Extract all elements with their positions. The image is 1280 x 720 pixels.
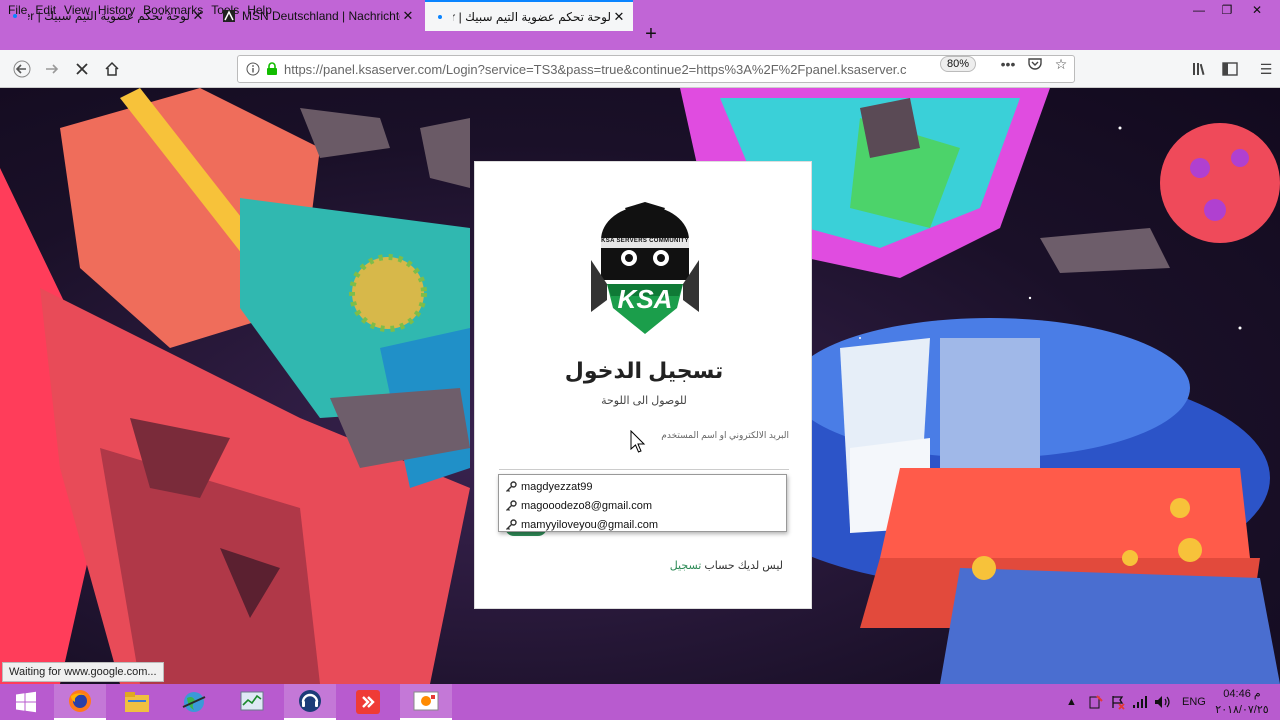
ksa-logo-icon	[591, 202, 699, 334]
autocomplete-item[interactable]: magdyezzat99	[499, 477, 786, 496]
file-explorer-icon[interactable]	[111, 684, 163, 720]
restore-icon[interactable]: ❐	[1212, 0, 1242, 19]
input-language[interactable]: ENG	[1182, 684, 1206, 720]
task-manager-icon[interactable]	[226, 684, 278, 720]
key-icon	[505, 499, 521, 512]
tab-panel-active[interactable]: لوحة تحكم عضوية التيم سبيك | er ✕	[425, 0, 633, 31]
page-content: KSA SERVERS COMMUNITY KSA تسجيل الدخول ل…	[0, 88, 1280, 684]
stop-icon[interactable]	[68, 55, 96, 83]
autocomplete-item-text: magooodezo8@gmail.com	[521, 499, 653, 512]
network-signal-icon[interactable]	[1132, 684, 1148, 720]
windows-start-icon[interactable]	[0, 684, 52, 720]
forward-icon[interactable]	[38, 55, 66, 83]
tab-msn[interactable]: MSN Deutschland | Nachrichten ✕	[214, 0, 422, 31]
logo-banner-text: KSA SERVERS COMMUNITY	[601, 238, 689, 244]
hamburger-menu-icon[interactable]: ☰	[1256, 59, 1276, 79]
autocomplete-item-text: magdyezzat99	[521, 480, 593, 493]
key-icon	[505, 480, 521, 493]
logo-ksa-text: KSA	[617, 284, 673, 314]
navigation-bar: 80% ••• ☆ ☰	[0, 50, 1280, 88]
key-icon	[505, 518, 521, 531]
clock-time: 04:46 م	[1223, 688, 1261, 700]
tab-title: لوحة تحكم عضوية التيم سبيك | er	[28, 8, 190, 23]
system-clock[interactable]: 04:46 م ٢٠١٨/٠٧/٢٥	[1212, 686, 1272, 718]
firefox-taskbar-icon[interactable]	[54, 684, 106, 720]
tab-title: MSN Deutschland | Nachrichten	[242, 8, 400, 23]
panel-favicon-icon	[433, 10, 447, 24]
bookmark-star-icon[interactable]: ☆	[1051, 54, 1071, 74]
network-globe-icon[interactable]	[168, 684, 220, 720]
tab-title: لوحة تحكم عضوية التيم سبيك | er	[453, 9, 611, 24]
taskbar: ▲ ENG 04:46 م ٢٠١٨/٠٧/٢٥	[0, 684, 1280, 720]
back-icon[interactable]	[8, 55, 36, 83]
new-tab-button[interactable]: +	[640, 19, 662, 50]
screen-recorder-icon[interactable]	[400, 684, 452, 720]
signup-prompt: ليس لديك حساب تسجيل	[670, 559, 783, 572]
username-label: البريد الالكتروني او اسم المستخدم	[661, 430, 789, 440]
tab-close-icon[interactable]: ✕	[190, 8, 206, 24]
autocomplete-item-text: mamyyiloveyou@gmail.com	[521, 518, 659, 531]
login-title: تسجيل الدخول	[564, 358, 724, 383]
mouse-cursor-icon	[630, 430, 646, 453]
msn-favicon-icon	[222, 9, 236, 23]
status-bar: Waiting for www.google.com...	[2, 662, 164, 682]
tab-close-icon[interactable]: ✕	[611, 9, 627, 25]
signup-text: ليس لديك حساب	[704, 560, 783, 572]
home-icon[interactable]	[98, 55, 126, 83]
page-actions-icon[interactable]: •••	[998, 54, 1018, 74]
panel-favicon-icon	[8, 9, 22, 23]
login-subtitle: للوصول الى اللوحة	[601, 395, 687, 407]
zoom-level-badge[interactable]: 80%	[940, 56, 977, 72]
anydesk-icon[interactable]	[342, 684, 394, 720]
login-card: KSA SERVERS COMMUNITY KSA تسجيل الدخول ل…	[474, 161, 812, 609]
tray-overflow-icon[interactable]: ▲	[1066, 684, 1077, 720]
close-window-icon[interactable]: ✕	[1242, 0, 1272, 19]
sidebar-icon[interactable]	[1220, 59, 1240, 79]
autocomplete-dropdown: magdyezzat99 magooodezo8@gmail.com mamyy…	[498, 474, 787, 532]
lock-icon[interactable]	[264, 62, 280, 76]
autocomplete-item[interactable]: magooodezo8@gmail.com	[499, 496, 786, 515]
pocket-icon[interactable]	[1025, 54, 1045, 74]
tab-close-icon[interactable]: ✕	[400, 8, 416, 24]
action-center-flag-icon[interactable]	[1110, 684, 1126, 720]
signup-link[interactable]: تسجيل	[670, 560, 702, 572]
tray-app-icon[interactable]	[1088, 684, 1104, 720]
site-info-icon[interactable]	[242, 62, 264, 76]
library-icon[interactable]	[1190, 59, 1210, 79]
clock-date: ٢٠١٨/٠٧/٢٥	[1215, 704, 1269, 716]
teamspeak-icon[interactable]	[284, 684, 336, 720]
minimize-icon[interactable]: —	[1184, 0, 1214, 19]
volume-icon[interactable]	[1154, 684, 1172, 720]
tab-panel-1[interactable]: لوحة تحكم عضوية التيم سبيك | er ✕	[0, 0, 212, 31]
autocomplete-item[interactable]: mamyyiloveyou@gmail.com	[499, 515, 786, 534]
url-input[interactable]	[284, 61, 924, 77]
